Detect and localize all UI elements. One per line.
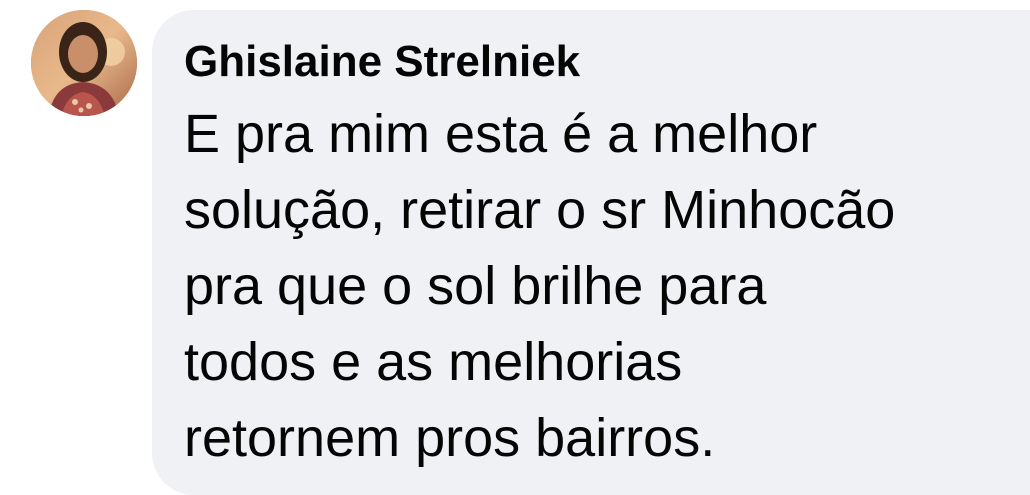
comment-text-line: pra que o sol brilhe para (184, 256, 767, 316)
comment-author-name[interactable]: Ghislaine Strelniek (184, 36, 1030, 88)
user-photo-avatar-icon (31, 10, 137, 116)
comment-body: E pra mim esta é a melhor solução, retir… (184, 96, 1030, 476)
comment-item: Ghislaine Strelniek E pra mim esta é a m… (0, 0, 1030, 495)
comment-text-line: E pra mim esta é a melhor (184, 104, 818, 164)
avatar[interactable] (31, 10, 137, 116)
comment-bubble: Ghislaine Strelniek E pra mim esta é a m… (152, 10, 1030, 495)
comment-text-line: retornem pros bairros. (184, 408, 716, 468)
comment-text-line: todos e as melhorias (184, 332, 683, 392)
comment-text-line: solução, retirar o sr Minhocão (184, 180, 896, 240)
